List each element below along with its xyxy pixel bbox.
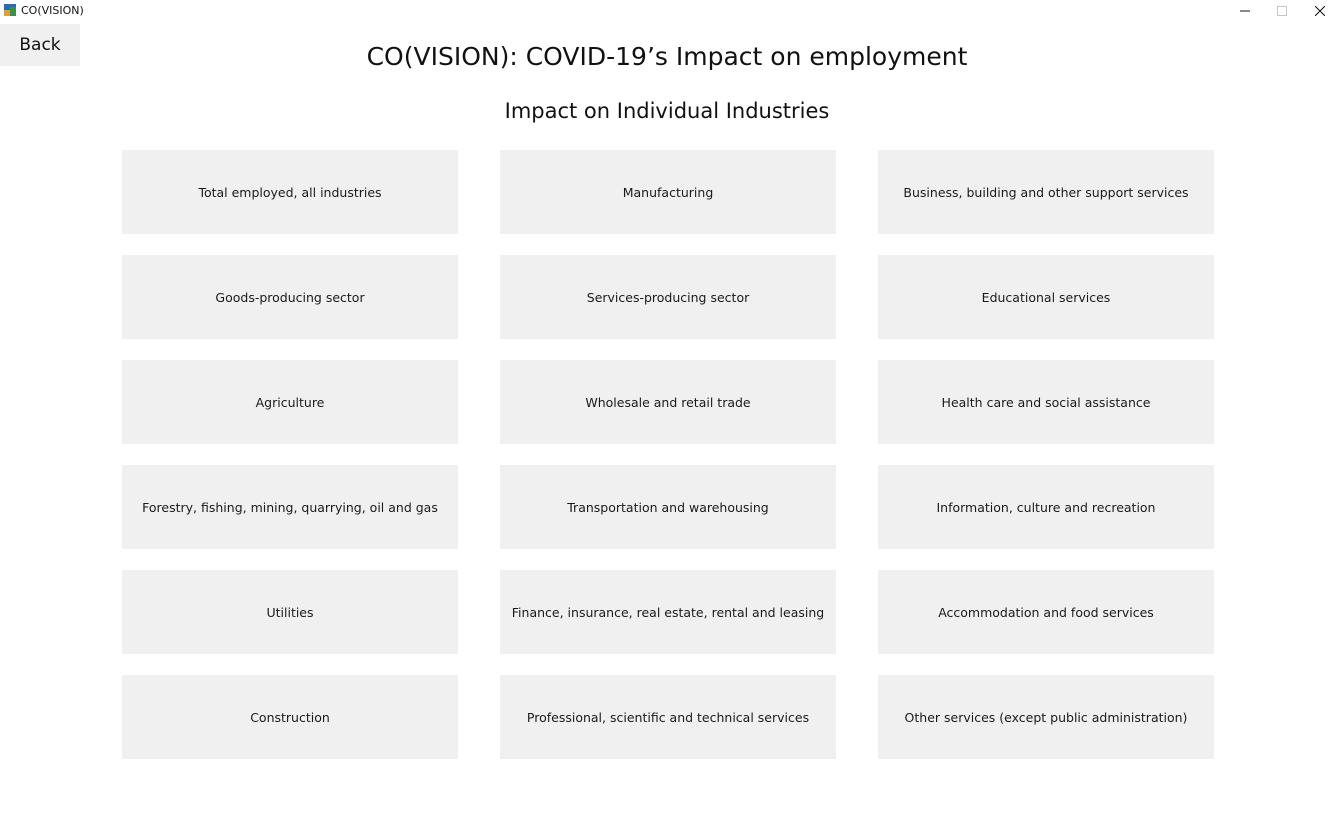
industry-button-forestry-mining[interactable]: Forestry, fishing, mining, quarrying, oi… bbox=[122, 465, 458, 549]
close-button[interactable] bbox=[1301, 0, 1334, 22]
industry-button-construction[interactable]: Construction bbox=[122, 675, 458, 759]
industry-button-transportation[interactable]: Transportation and warehousing bbox=[500, 465, 836, 549]
industry-button-goods-producing[interactable]: Goods-producing sector bbox=[122, 255, 458, 339]
industry-button-wholesale-retail[interactable]: Wholesale and retail trade bbox=[500, 360, 836, 444]
industry-grid: Total employed, all industries Manufactu… bbox=[122, 150, 1214, 759]
minimize-button[interactable] bbox=[1226, 0, 1264, 22]
industry-button-educational-services[interactable]: Educational services bbox=[878, 255, 1214, 339]
industry-button-utilities[interactable]: Utilities bbox=[122, 570, 458, 654]
industry-button-information-culture[interactable]: Information, culture and recreation bbox=[878, 465, 1214, 549]
window-title: CO(VISION) bbox=[21, 4, 84, 17]
maximize-button[interactable] bbox=[1263, 0, 1301, 22]
industry-button-manufacturing[interactable]: Manufacturing bbox=[500, 150, 836, 234]
industry-button-services-producing[interactable]: Services-producing sector bbox=[500, 255, 836, 339]
window-titlebar: CO(VISION) bbox=[0, 0, 1334, 22]
close-icon bbox=[1315, 6, 1325, 16]
industry-button-agriculture[interactable]: Agriculture bbox=[122, 360, 458, 444]
industry-button-other-services[interactable]: Other services (except public administra… bbox=[878, 675, 1214, 759]
maximize-icon bbox=[1277, 6, 1287, 16]
minimize-icon bbox=[1240, 10, 1250, 12]
industry-button-professional-services[interactable]: Professional, scientific and technical s… bbox=[500, 675, 836, 759]
industry-button-business-support-services[interactable]: Business, building and other support ser… bbox=[878, 150, 1214, 234]
page-title: CO(VISION): COVID-19’s Impact on employm… bbox=[366, 42, 968, 71]
industry-button-accommodation-food[interactable]: Accommodation and food services bbox=[878, 570, 1214, 654]
industry-button-finance-insurance[interactable]: Finance, insurance, real estate, rental … bbox=[500, 570, 836, 654]
app-icon bbox=[4, 4, 16, 16]
industry-button-health-care[interactable]: Health care and social assistance bbox=[878, 360, 1214, 444]
section-subtitle: Impact on Individual Industries bbox=[504, 99, 830, 123]
industry-button-total-employed[interactable]: Total employed, all industries bbox=[122, 150, 458, 234]
